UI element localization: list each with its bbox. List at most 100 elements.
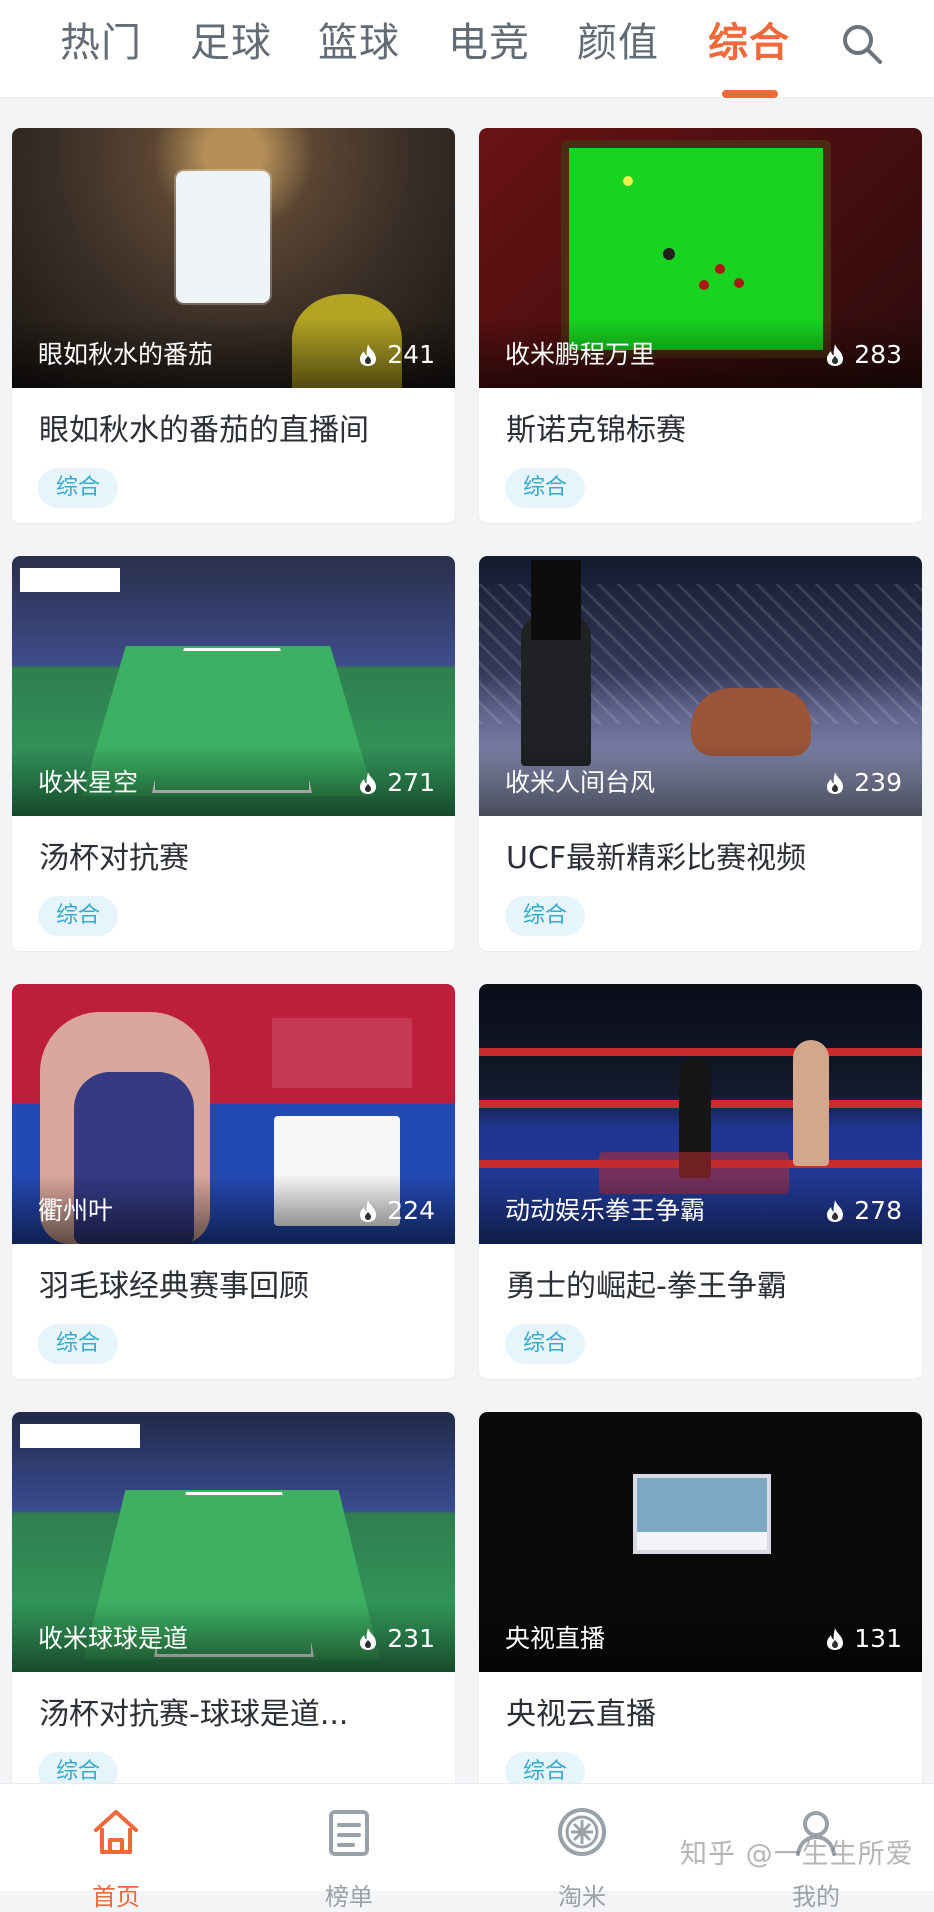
card-thumbnail[interactable]: 收米星空 271 [12,556,455,816]
list-icon [329,1810,369,1856]
card-thumbnail[interactable]: 收米鹏程万里 283 [479,128,922,388]
heat-value: 224 [387,1196,435,1225]
live-card[interactable]: 眼如秋水的番茄 241 眼如秋水的番茄的直播间 综合 [12,128,455,523]
category-tag: 综合 [505,468,585,508]
category-tabs: 热门 足球 篮球 电竞 颜值 综合 [0,0,934,98]
heat-count: 271 [357,768,435,798]
flame-icon [827,772,844,794]
ball-graphic [734,278,744,288]
sponsor-logo-graphic [272,1018,412,1088]
host-name: 衢州叶 [38,1196,114,1225]
category-tag: 综合 [38,1752,118,1783]
rice-icon [558,1808,606,1856]
room-title: 汤杯对抗赛 [39,841,189,876]
room-title: 眼如秋水的番茄的直播间 [39,413,369,448]
sponsor-banner-graphic [531,560,581,640]
tab-general[interactable]: 综合 [708,18,790,68]
ring-rope-graphic [479,1048,922,1056]
live-card[interactable]: 收米星空 271 汤杯对抗赛 综合 [12,556,455,951]
host-name: 收米鹏程万里 [505,340,656,369]
heat-value: 241 [387,340,435,369]
card-thumbnail[interactable]: 央视直播 131 [479,1412,922,1672]
tab-hot[interactable]: 热门 [60,18,142,68]
host-name: 收米星空 [38,768,139,797]
flame-icon [360,1628,377,1650]
room-title: UCF最新精彩比赛视频 [506,841,807,876]
live-card[interactable]: 央视直播 131 央视云直播 综合 [479,1412,922,1783]
search-button[interactable] [838,20,886,68]
heat-value: 271 [387,768,435,797]
tab-esports[interactable]: 电竞 [448,18,530,68]
nav-label: 我的 [792,1883,840,1911]
host-name: 收米人间台风 [505,768,656,797]
nav-home[interactable]: 首页 [56,1800,176,1911]
card-thumbnail[interactable]: 眼如秋水的番茄 241 [12,128,455,388]
ball-graphic [623,176,633,186]
category-tag: 综合 [38,468,118,508]
room-title: 勇士的崛起-拳王争霸 [506,1269,787,1304]
host-name: 收米球球是道 [38,1624,189,1653]
ball-graphic [715,264,725,274]
heat-value: 239 [854,768,902,797]
card-thumbnail[interactable]: 收米球球是道 231 [12,1412,455,1672]
category-tag: 综合 [505,1324,585,1364]
heat-value: 231 [387,1624,435,1653]
heat-count: 241 [357,340,435,370]
heat-value: 131 [854,1624,902,1653]
heat-count: 278 [824,1196,902,1226]
tab-appearance[interactable]: 颜值 [577,18,659,68]
room-title: 羽毛球经典赛事回顾 [39,1269,309,1304]
category-tag: 综合 [505,1752,585,1783]
active-tab-indicator [722,90,778,98]
tab-football[interactable]: 足球 [190,18,272,68]
live-card[interactable]: 收米鹏程万里 283 斯诺克锦标赛 综合 [479,128,922,523]
top-tab-bar: 热门 足球 篮球 电竞 颜值 综合 [0,0,934,98]
heat-value: 283 [854,340,902,369]
fighter-graphic [793,1040,829,1166]
heat-value: 278 [854,1196,902,1225]
watermark-text: 知乎 @一生生所爱 [680,1839,914,1870]
live-card[interactable]: 收米球球是道 231 汤杯对抗赛-球球是道... 综合 [12,1412,455,1783]
nav-label: 淘米 [558,1883,606,1911]
heat-count: 283 [824,340,902,370]
scoreboard-graphic [20,568,120,592]
event-banner-graphic [176,171,270,303]
nav-taomi[interactable]: 淘米 [522,1800,642,1911]
scoreboard-graphic [20,1424,140,1448]
tab-basketball[interactable]: 篮球 [318,18,400,68]
search-icon [843,25,882,64]
heat-count: 131 [824,1624,902,1654]
screen-content-graphic [637,1478,767,1532]
flame-icon [360,344,377,366]
live-card[interactable]: 收米人间台风 239 UCF最新精彩比赛视频 综合 [479,556,922,951]
heat-count: 224 [357,1196,435,1226]
ball-graphic [663,248,675,260]
nav-ranking[interactable]: 榜单 [289,1800,409,1911]
host-name: 眼如秋水的番茄 [38,340,214,369]
flame-icon [827,1200,844,1222]
flame-icon [360,1200,377,1222]
live-room-grid: 眼如秋水的番茄 241 眼如秋水的番茄的直播间 综合 收米鹏程万里 283 斯诺… [0,98,934,1783]
flame-icon [360,772,377,794]
heat-count: 239 [824,768,902,798]
room-title: 汤杯对抗赛-球球是道... [39,1697,349,1732]
ball-graphic [699,280,709,290]
flame-icon [827,1628,844,1650]
room-title: 斯诺克锦标赛 [506,413,686,448]
category-tag: 综合 [38,896,118,936]
card-thumbnail[interactable]: 收米人间台风 239 [479,556,922,816]
host-name: 动动娱乐拳王争霸 [505,1196,706,1225]
host-name: 央视直播 [505,1624,606,1653]
live-card[interactable]: 动动娱乐拳王争霸 278 勇士的崛起-拳王争霸 综合 [479,984,922,1379]
room-title: 央视云直播 [506,1697,656,1732]
heat-count: 231 [357,1624,435,1654]
live-card[interactable]: 衢州叶 224 羽毛球经典赛事回顾 综合 [12,984,455,1379]
card-thumbnail[interactable]: 衢州叶 224 [12,984,455,1244]
category-tag: 综合 [505,896,585,936]
nav-label: 首页 [92,1883,140,1911]
nav-label: 榜单 [325,1883,373,1911]
card-thumbnail[interactable]: 动动娱乐拳王争霸 278 [479,984,922,1244]
category-tag: 综合 [38,1324,118,1364]
home-icon [94,1810,138,1854]
flame-icon [827,344,844,366]
